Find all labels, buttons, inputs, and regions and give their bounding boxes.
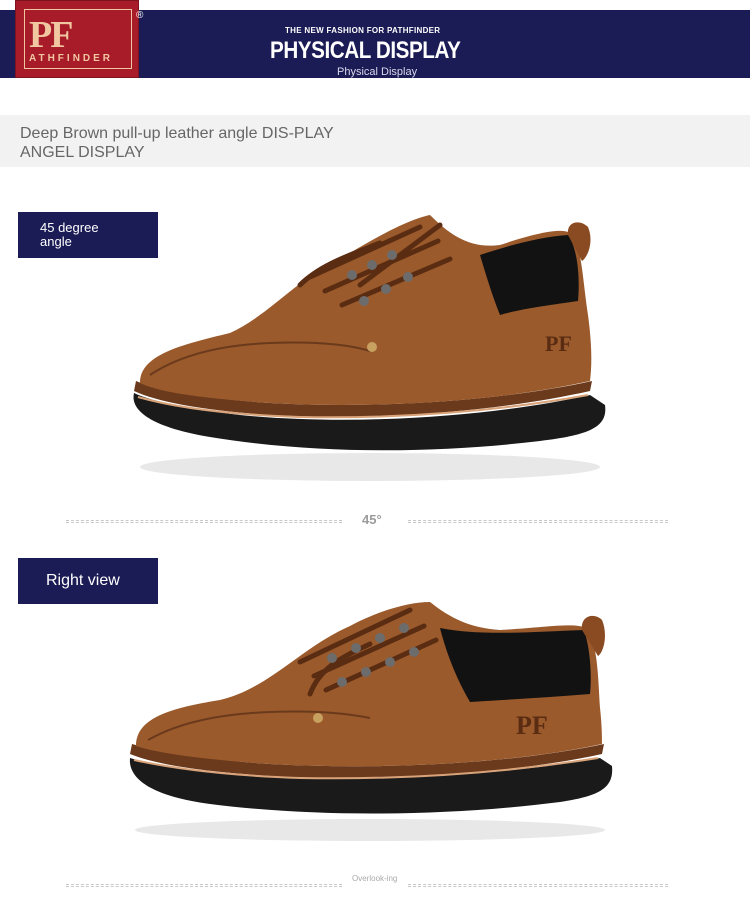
logo-frame: PF ATHFINDER <box>24 9 132 69</box>
view-label-text: 45 degree angle <box>40 220 99 249</box>
shoe-right-view-photo: PF <box>129 602 613 841</box>
divider-label-45: 45° <box>362 512 382 527</box>
registered-mark: ® <box>136 10 144 21</box>
header-title: PHYSICAL DISPLAY <box>270 37 461 64</box>
divider-left <box>66 520 342 523</box>
logo-letters: PF <box>29 14 73 56</box>
header-subtitle: Physical Display <box>337 66 418 78</box>
divider-label-overlooking: Overlook-ing <box>352 874 398 883</box>
shoe-45-degree-photo: PF <box>133 215 606 481</box>
header-tagline: THE NEW FASHION FOR PATHFINDER <box>285 26 441 35</box>
divider-right <box>408 520 668 523</box>
pf-logo: PF ATHFINDER ® <box>15 0 143 78</box>
logo-word: ATHFINDER <box>29 53 114 64</box>
product-description: Deep Brown pull-up leather angle DIS-PLA… <box>20 125 334 161</box>
divider-right <box>408 884 668 887</box>
shoe-pf-mark: PF <box>516 711 548 740</box>
shoe-pf-mark: PF <box>545 331 572 356</box>
divider-left <box>66 884 342 887</box>
view-label-text: Right view <box>46 572 120 589</box>
